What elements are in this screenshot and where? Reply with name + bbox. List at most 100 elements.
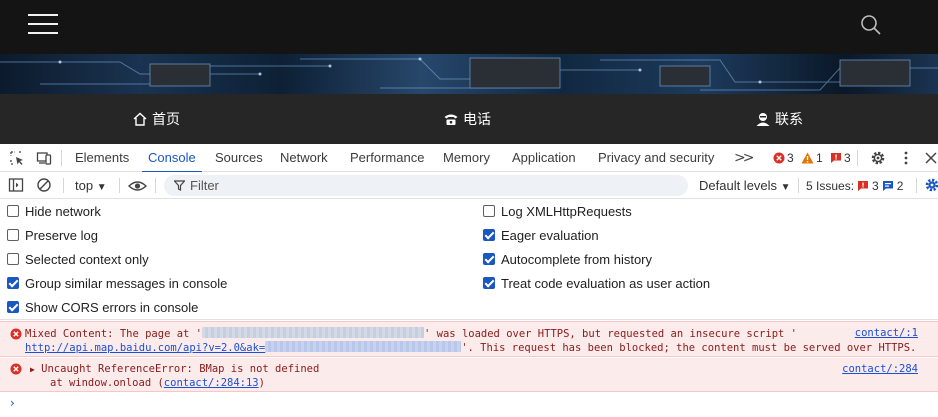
console-error-message: ▶ Uncaught ReferenceError: BMap is not d… [0, 358, 938, 392]
redacted-api-key [265, 341, 462, 352]
tab-console[interactable]: Console [142, 144, 202, 173]
home-icon [133, 112, 147, 126]
stack-text: ) [258, 377, 265, 389]
eager-evaluation-checkbox[interactable]: Eager evaluation [483, 226, 599, 244]
console-settings-panel: Hide network Preserve log Selected conte… [0, 199, 938, 320]
checkbox[interactable] [7, 205, 19, 217]
tab-sources[interactable]: Sources [215, 144, 263, 172]
tab-performance[interactable]: Performance [350, 144, 424, 172]
checkbox[interactable] [483, 277, 495, 289]
filter-funnel-icon [174, 180, 185, 191]
more-tabs-chevron-icon[interactable]: >> [734, 150, 755, 166]
checkbox-label: Show CORS errors in console [25, 299, 199, 315]
stack-text: at window.onload ( [50, 377, 164, 389]
warning-icon [801, 152, 814, 164]
nav-label: 电话 [463, 112, 491, 128]
warning-count-badge[interactable]: 1 [801, 144, 823, 172]
tab-privacy-and-security[interactable]: Privacy and security [598, 144, 714, 172]
inspect-element-icon[interactable] [9, 150, 25, 166]
tab-network[interactable]: Network [280, 144, 328, 172]
checkbox-label: Selected context only [25, 251, 149, 267]
dropdown-arrow-icon: ▼ [96, 182, 107, 193]
nav-label: 联系 [775, 112, 803, 128]
message-text: Mixed Content: The page at ' ' was loaded… [25, 327, 797, 340]
site-header [0, 0, 938, 54]
circuit-banner-image [0, 54, 938, 94]
info-count: 3 [844, 151, 851, 165]
levels-label: Default levels [699, 178, 778, 193]
console-error-message: Mixed Content: The page at ' ' was loaded… [0, 321, 938, 357]
message-part: '. This request has been blocked; the co… [461, 342, 917, 354]
message-text[interactable]: ▶ Uncaught ReferenceError: BMap is not d… [30, 363, 319, 375]
preserve-log-checkbox[interactable]: Preserve log [7, 226, 98, 244]
treat-code-evaluation-checkbox[interactable]: Treat code evaluation as user action [483, 274, 710, 292]
close-devtools-icon[interactable] [923, 150, 938, 166]
source-link[interactable]: contact/:284 [842, 363, 918, 375]
console-prompt-chevron-icon[interactable]: › [10, 396, 15, 410]
filter-box[interactable] [164, 175, 688, 196]
checkbox[interactable] [483, 253, 495, 265]
stack-link[interactable]: contact/:284:13 [164, 377, 259, 389]
divider [119, 178, 120, 193]
show-cors-errors-checkbox[interactable]: Show CORS errors in console [7, 298, 198, 316]
hamburger-menu-icon[interactable] [28, 13, 58, 35]
selected-context-only-checkbox[interactable]: Selected context only [7, 250, 149, 268]
divider [857, 150, 858, 166]
checkbox-label: Hide network [25, 203, 101, 219]
more-options-icon[interactable] [898, 150, 914, 166]
sidebar-toggle-icon[interactable] [8, 177, 24, 193]
search-icon[interactable] [860, 14, 882, 36]
error-icon [10, 328, 22, 340]
stack-trace: at window.onload (contact/:284:13) [50, 377, 265, 389]
error-icon [773, 152, 785, 164]
checkbox[interactable] [7, 301, 19, 313]
nav-label: 首页 [152, 112, 180, 128]
source-link[interactable]: contact/:1 [855, 327, 918, 339]
nav-item-home[interactable]: 首页 [132, 94, 180, 144]
divider [63, 178, 64, 193]
nav-item-phone[interactable]: 电话 [443, 94, 491, 144]
tab-memory[interactable]: Memory [443, 144, 490, 172]
checkbox[interactable] [483, 229, 495, 241]
default-levels-dropdown[interactable]: Default levels ▼ [699, 172, 791, 199]
nav-item-contact[interactable]: 联系 [755, 94, 803, 144]
clear-console-icon[interactable] [36, 177, 52, 193]
script-link[interactable]: http://api.map.baidu.com/api?v=2.0&ak= [25, 341, 462, 354]
error-count: 3 [787, 151, 794, 165]
tab-elements[interactable]: Elements [75, 144, 129, 172]
divider [155, 178, 156, 193]
checkbox-label: Group similar messages in console [25, 275, 228, 291]
issues-label: 5 Issues: [806, 178, 855, 193]
settings-gear-icon[interactable] [870, 150, 886, 166]
issues-info-count: 2 [896, 178, 904, 193]
divider [916, 178, 917, 193]
checkbox[interactable] [7, 277, 19, 289]
expand-triangle-icon[interactable]: ▶ [30, 365, 35, 374]
context-selector[interactable]: top ▼ [75, 172, 107, 199]
redacted-url [202, 327, 425, 338]
live-expression-eye-icon[interactable] [128, 178, 147, 194]
checkbox-label: Treat code evaluation as user action [501, 275, 711, 291]
console-settings-gear-icon[interactable] [924, 177, 938, 193]
link-text: http://api.map.baidu.com/api?v=2.0&ak= [25, 342, 266, 354]
log-xmlhttprequests-checkbox[interactable]: Log XMLHttpRequests [483, 202, 632, 220]
error-count-badge[interactable]: 3 [773, 144, 794, 172]
filter-input[interactable] [190, 175, 670, 196]
autocomplete-from-history-checkbox[interactable]: Autocomplete from history [483, 250, 652, 268]
issues-button[interactable]: 5 Issues: 3 2 [806, 172, 903, 199]
group-similar-messages-checkbox[interactable]: Group similar messages in console [7, 274, 227, 292]
divider [798, 178, 799, 193]
checkbox-label: Autocomplete from history [501, 251, 653, 267]
hide-network-checkbox[interactable]: Hide network [7, 202, 101, 220]
checkbox[interactable] [483, 205, 495, 217]
warning-count: 1 [816, 151, 823, 165]
issues-error-count: 3 [872, 178, 879, 193]
phone-icon [444, 114, 458, 125]
tab-application[interactable]: Application [512, 144, 576, 172]
checkbox[interactable] [7, 229, 19, 241]
checkbox[interactable] [7, 253, 19, 265]
device-toolbar-icon[interactable] [36, 150, 52, 166]
info-count-badge[interactable]: 3 [830, 144, 851, 172]
devtools-tab-bar: Elements Console Sources Network Perform… [0, 144, 938, 173]
checkbox-label: Preserve log [25, 227, 98, 243]
